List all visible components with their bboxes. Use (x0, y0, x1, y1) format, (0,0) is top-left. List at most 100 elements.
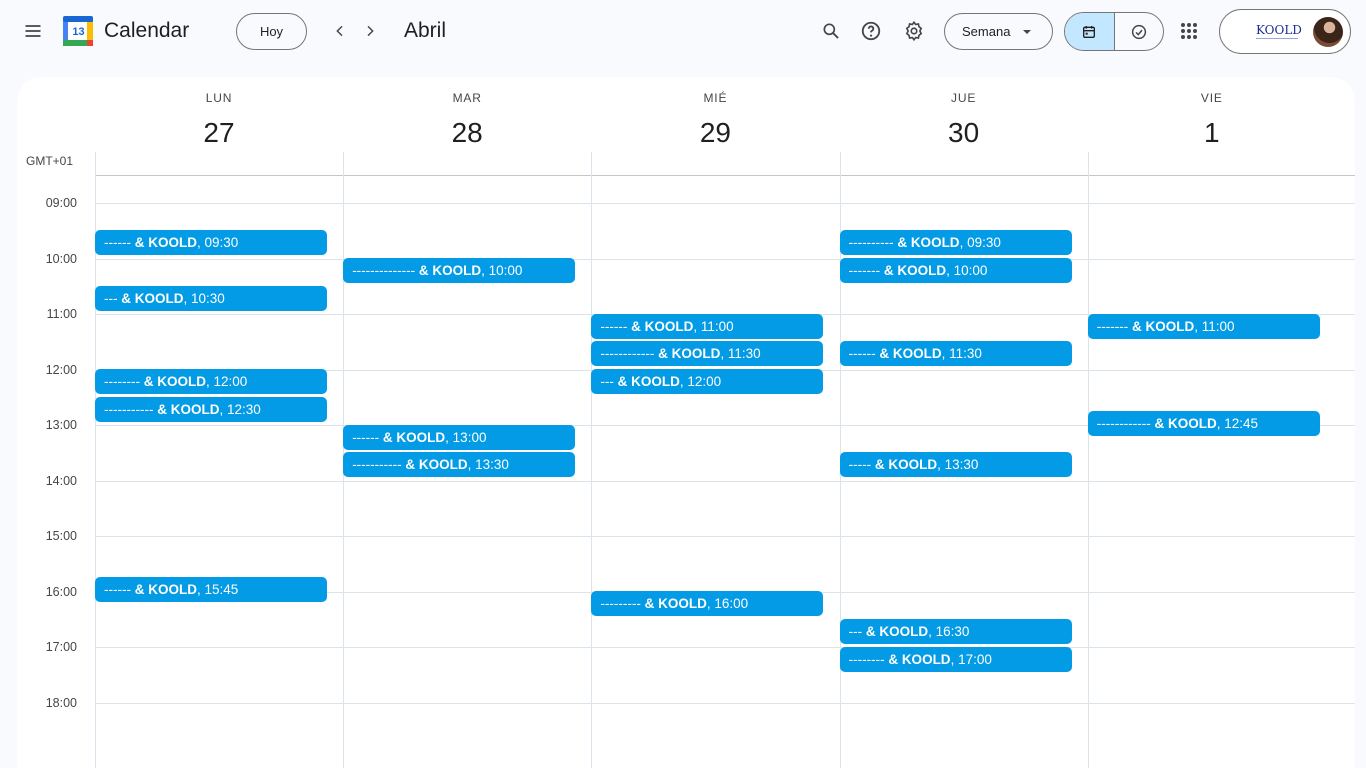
event-organizer: & KOOLD (143, 374, 206, 389)
day-of-week: JUE (951, 91, 977, 105)
today-button[interactable]: Hoy (236, 13, 307, 50)
event-time: , 13:30 (937, 457, 979, 473)
calendar-view-toggle[interactable] (1065, 13, 1115, 50)
event-time: , 10:00 (946, 263, 988, 278)
day-number[interactable]: 27 (95, 117, 343, 149)
calendar-event[interactable]: --- & KOOLD, 10:30 (95, 285, 327, 311)
calendar-event[interactable]: --- & KOOLD, 12:00 (591, 369, 824, 394)
event-title: ----- (848, 457, 875, 473)
current-month-label: Abril (404, 19, 447, 42)
event-title: ------ (104, 235, 135, 251)
column-divider (1087, 152, 1089, 768)
day-number[interactable]: 28 (343, 117, 591, 149)
calendar-event[interactable]: ------ & KOOLD, 13:00 (343, 424, 576, 450)
day-number[interactable]: 30 (840, 117, 1088, 149)
calendar-event[interactable]: ------ & KOOLD, 11:00 (591, 313, 824, 339)
top-bar: 13 Calendar Hoy Abril Semana KOOLD (0, 0, 1366, 64)
google-apps-button[interactable] (1171, 13, 1207, 49)
event-time: , 12:00 (205, 374, 248, 389)
apps-grid-icon (1181, 23, 1197, 39)
column-divider (591, 152, 593, 768)
calendar-logo[interactable]: 13 (63, 16, 93, 46)
calendar-event[interactable]: ------ & KOOLD, 15:45 (95, 577, 327, 603)
event-organizer: & KOOLD (1132, 318, 1195, 334)
event-title: ------ (848, 346, 880, 362)
settings-button[interactable] (896, 13, 932, 49)
event-organizer: & KOOLD (134, 235, 197, 251)
event-organizer: & KOOLD (879, 346, 942, 362)
calendar-event[interactable]: -------------- & KOOLD, 10:00 (343, 258, 576, 283)
event-time: , 11:00 (1194, 318, 1235, 334)
event-title: ------ (352, 429, 383, 445)
account-switcher[interactable]: KOOLD (1219, 9, 1351, 54)
event-time: , 09:30 (959, 235, 1001, 251)
hour-label: 10:00 (45, 251, 77, 266)
event-title: ----------- (104, 401, 158, 417)
search-button[interactable] (813, 13, 849, 49)
event-title: ------- (848, 263, 884, 278)
calendar-event[interactable]: ------ & KOOLD, 09:30 (95, 230, 327, 256)
settings-icon (905, 20, 923, 42)
event-organizer: & KOOLD (382, 429, 446, 445)
calendar-event[interactable]: ------------ & KOOLD, 11:30 (591, 341, 824, 367)
day-header[interactable]: LUN 27 (95, 77, 343, 177)
tasks-view-toggle[interactable] (1115, 13, 1164, 50)
event-organizer: & KOOLD (897, 235, 960, 251)
event-title: ------ (600, 318, 632, 334)
hour-label: 14:00 (45, 473, 77, 488)
day-number[interactable]: 1 (1088, 117, 1336, 149)
event-title: ------------ (600, 346, 659, 362)
help-button[interactable] (853, 13, 889, 49)
event-title: ------------ (1096, 415, 1155, 431)
calendar-event[interactable]: ------ & KOOLD, 11:30 (839, 341, 1072, 367)
calendar-event[interactable]: -------- & KOOLD, 12:00 (95, 369, 327, 394)
event-time: , 12:45 (1216, 415, 1259, 431)
main-menu-button[interactable] (15, 13, 51, 49)
event-time: , 11:00 (693, 318, 734, 334)
hour-label: 11:00 (46, 307, 77, 321)
event-time: , 11:30 (941, 346, 982, 362)
event-organizer: & KOOLD (888, 651, 951, 667)
dropdown-arrow-icon (1023, 29, 1032, 34)
day-of-week: LUN (205, 91, 233, 105)
calendar-event[interactable]: -------- & KOOLD, 17:00 (839, 646, 1072, 672)
day-header[interactable]: MAR 28 (343, 77, 591, 177)
header-divider (95, 175, 1355, 176)
event-organizer: & KOOLD (121, 290, 184, 306)
calendar-event[interactable]: ----------- & KOOLD, 13:30 (343, 452, 576, 478)
calendar-event[interactable]: ------- & KOOLD, 10:00 (839, 258, 1072, 283)
week-view: GMT+01 LUN 27 MAR 28 MIÉ 29 JUE 30 VIE 1 09:00 10:0… (17, 77, 1355, 768)
day-number[interactable]: 29 (591, 117, 839, 149)
day-header[interactable]: JUE 30 (840, 77, 1088, 177)
day-header[interactable]: MIÉ 29 (591, 77, 839, 177)
hour-gridline (95, 647, 1355, 648)
event-time: , 16:00 (706, 596, 749, 611)
calendar-tasks-toggle (1064, 12, 1164, 51)
event-title: --- (848, 623, 866, 639)
day-header[interactable]: VIE 1 (1088, 77, 1336, 177)
next-week-button[interactable] (352, 13, 388, 49)
view-selector[interactable]: Semana (944, 13, 1053, 50)
event-title: ------- (1096, 318, 1133, 334)
event-organizer: & KOOLD (658, 346, 721, 362)
calendar-event[interactable]: ------------ & KOOLD, 12:45 (1087, 410, 1320, 436)
event-title: -------- (848, 651, 889, 667)
calendar-event[interactable]: ------- & KOOLD, 11:00 (1087, 313, 1320, 339)
calendar-event[interactable]: ----- & KOOLD, 13:30 (839, 452, 1072, 478)
calendar-event[interactable]: ----------- & KOOLD, 12:30 (95, 396, 327, 422)
event-time: , 12:00 (679, 374, 722, 389)
search-icon (823, 23, 839, 39)
hour-gridline (95, 536, 1355, 537)
event-organizer: & KOOLD (405, 457, 468, 473)
calendar-event[interactable]: --------- & KOOLD, 16:00 (591, 591, 824, 616)
event-organizer: & KOOLD (134, 582, 197, 598)
help-icon (861, 21, 881, 41)
calendar-event[interactable]: ---------- & KOOLD, 09:30 (839, 230, 1072, 256)
event-title: ----------- (352, 457, 406, 473)
event-organizer: & KOOLD (874, 457, 938, 473)
event-organizer: & KOOLD (418, 263, 482, 278)
calendar-event[interactable]: --- & KOOLD, 16:30 (839, 618, 1072, 644)
event-organizer: & KOOLD (644, 596, 707, 611)
event-title: -------- (104, 374, 144, 389)
event-time: , 11:30 (720, 346, 761, 362)
